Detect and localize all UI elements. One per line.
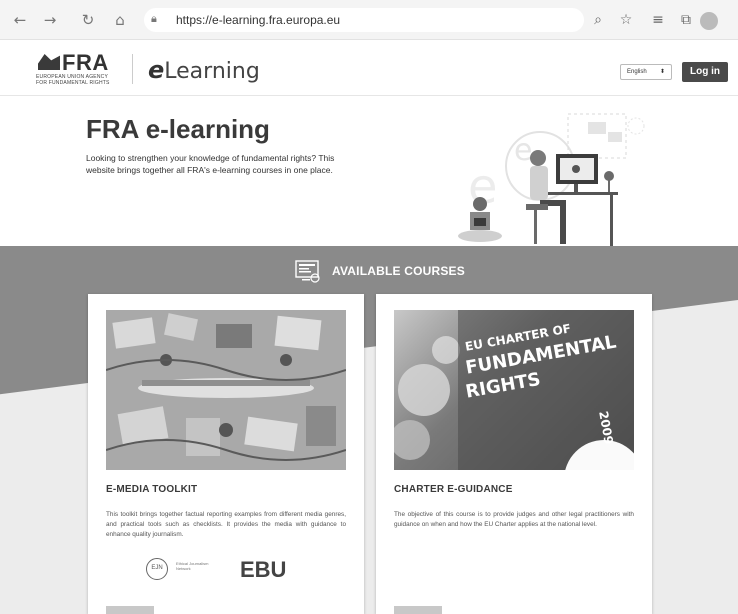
course-card-charter-e-guidance[interactable]: EU CHARTER OF FUNDAMENTAL RIGHTS 2009 CH…	[376, 294, 652, 614]
courses-heading: AVAILABLE COURSES	[332, 264, 465, 278]
collections-icon[interactable]: ⧉	[676, 10, 696, 30]
course-card-e-media-toolkit[interactable]: E-MEDIA TOOLKIT This toolkit brings toge…	[88, 294, 364, 614]
course-image-e-media	[106, 310, 346, 470]
course-title[interactable]: E-MEDIA TOOLKIT	[106, 484, 197, 495]
favorites-icon[interactable]: ≡	[648, 10, 668, 30]
course-title[interactable]: CHARTER E-GUIDANCE	[394, 484, 513, 495]
language-select[interactable]: English ⬍	[620, 64, 672, 80]
address-bar[interactable]: https://e-learning.fra.europa.eu	[144, 8, 584, 32]
elearning-logo[interactable]: eLearning	[148, 56, 260, 84]
hero-description: Looking to strengthen your knowledge of …	[86, 153, 335, 175]
chevron-updown-icon: ⬍	[659, 69, 665, 75]
forward-icon[interactable]: →	[40, 10, 60, 30]
fra-logo[interactable]: FRA EUROPEAN UNION AGENCY FOR FUNDAMENTA…	[30, 50, 130, 90]
browser-toolbar: ← → ↻ ⌂ https://e-learning.fra.europa.eu…	[0, 0, 738, 40]
language-value: English	[627, 69, 647, 75]
ejn-logo-mark: EJN	[151, 565, 163, 571]
fra-logo-text: FRA	[62, 50, 109, 75]
ejn-logo-text: Ethical Journalism Network	[176, 561, 209, 571]
courses-icon	[295, 260, 320, 283]
page-title: FRA e-learning	[86, 114, 270, 144]
ejn-logo: EJN	[146, 558, 168, 580]
elearning-logo-e: e	[148, 56, 165, 84]
hero-illustration: e e	[458, 113, 645, 247]
lock-icon[interactable]: 🔒︎	[151, 12, 157, 26]
back-icon[interactable]: ←	[10, 10, 30, 30]
login-button[interactable]: Log in	[682, 62, 728, 82]
course-card-tab[interactable]	[106, 606, 154, 614]
course-image-charter: EU CHARTER OF FUNDAMENTAL RIGHTS 2009	[394, 310, 634, 470]
profile-icon[interactable]	[700, 12, 718, 30]
course-description: This toolkit brings together factual rep…	[106, 511, 346, 538]
logo-divider	[132, 54, 133, 84]
refresh-icon[interactable]: ↻	[78, 10, 98, 30]
home-icon[interactable]: ⌂	[110, 10, 130, 30]
fra-logo-mark	[38, 54, 60, 70]
ebu-logo: EBU	[240, 557, 287, 582]
elearning-logo-text: Learning	[164, 59, 260, 84]
favorite-add-icon[interactable]: ☆	[616, 10, 636, 30]
site-header: FRA EUROPEAN UNION AGENCY FOR FUNDAMENTA…	[0, 40, 738, 96]
fra-logo-subtitle-2: FOR FUNDAMENTAL RIGHTS	[36, 80, 110, 86]
course-description: The objective of this course is to provi…	[394, 511, 634, 528]
svg-text:e: e	[514, 133, 532, 168]
zoom-icon[interactable]: ⌕	[588, 10, 608, 30]
course-card-tab[interactable]	[394, 606, 442, 614]
